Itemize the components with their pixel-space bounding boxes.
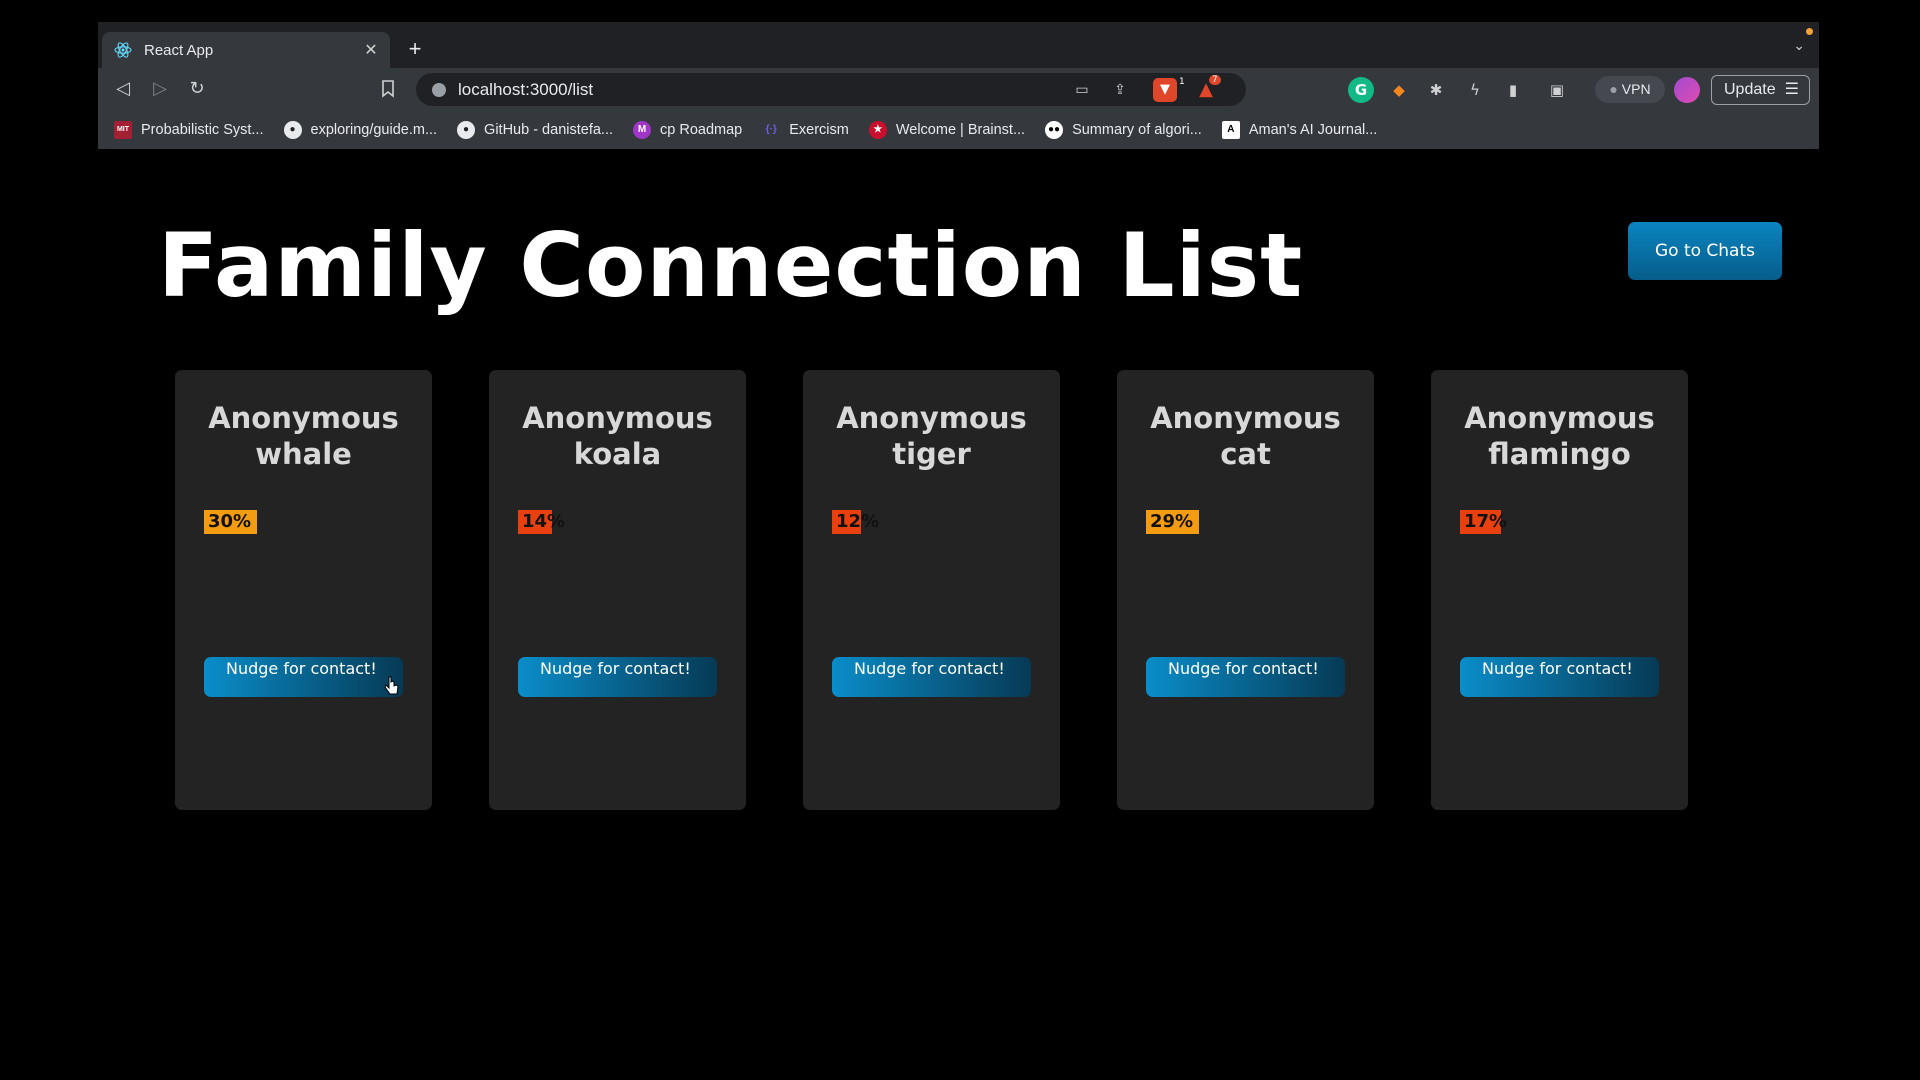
forward-icon[interactable]: ▷ <box>147 76 173 102</box>
toolbar: ◁ ▷ ↻ localhost:3000/list ▭ ⇪ ▼ 1 ▲ 7 G … <box>98 68 1819 110</box>
react-icon <box>114 41 132 59</box>
bookmark-item[interactable]: Mcp Roadmap <box>633 120 743 139</box>
close-icon[interactable]: ✕ <box>362 41 380 59</box>
url-text: localhost:3000/list <box>458 80 594 99</box>
connection-card: Anonymous koala 14% Nudge for contact! <box>489 370 746 810</box>
bookmark-label: cp Roadmap <box>660 121 743 138</box>
percent-label: 30% <box>208 511 252 532</box>
new-tab-button[interactable]: + <box>402 36 428 62</box>
nudge-button[interactable]: Nudge for contact! <box>1146 657 1345 697</box>
tab-title: React App <box>144 41 214 59</box>
grammarly-icon[interactable]: G <box>1348 77 1374 103</box>
card-name: Anonymous tiger <box>836 401 1027 471</box>
vpn-button[interactable]: ● VPN <box>1595 76 1665 103</box>
github-icon: ● <box>283 120 302 139</box>
medium-icon: ●● <box>1045 120 1064 139</box>
vpn-label: VPN <box>1621 81 1651 97</box>
github-icon: ● <box>457 120 476 139</box>
site-info-icon[interactable] <box>432 83 446 97</box>
bookmark-label: GitHub - danistefa... <box>484 121 613 138</box>
nudge-button[interactable]: Nudge for contact! <box>832 657 1031 697</box>
bookmark-icon[interactable] <box>375 76 401 102</box>
page-content: Family Connection List Go to Chats Anony… <box>98 149 1819 1080</box>
browser-window: React App ✕ + ⌄ ◁ ▷ ↻ localhost:3000/lis… <box>98 22 1819 149</box>
connection-card: Anonymous flamingo 17% Nudge for contact! <box>1431 370 1688 810</box>
a-icon: A <box>1221 120 1240 139</box>
bookmark-label: Welcome | Brainst... <box>895 121 1026 138</box>
nudge-button[interactable]: Nudge for contact! <box>518 657 717 697</box>
percent-indicator: 30% <box>204 510 257 534</box>
extensions-icon[interactable]: ✱ <box>1423 77 1449 103</box>
notification-dot <box>1806 28 1813 35</box>
mouse-cursor-icon <box>384 676 399 695</box>
page-title: Family Connection List <box>158 214 1304 317</box>
nudge-button[interactable]: Nudge for contact! <box>1460 657 1659 697</box>
profile-avatar[interactable] <box>1674 77 1700 103</box>
card-name: Anonymous flamingo <box>1464 401 1655 471</box>
cast-icon[interactable]: ▭ <box>1071 79 1093 101</box>
connection-card: Anonymous tiger 12% Nudge for contact! <box>803 370 1060 810</box>
tab-strip: React App ✕ + ⌄ <box>98 22 1819 68</box>
back-icon[interactable]: ◁ <box>110 76 136 102</box>
bookmark-item[interactable]: MIT Probabilistic Syst... <box>114 120 264 139</box>
percent-indicator: 14% <box>518 510 565 534</box>
exercism-icon: {·} <box>765 124 777 135</box>
tab-react-app[interactable]: React App ✕ <box>102 32 390 68</box>
mit-ocw-icon: MIT <box>114 120 132 139</box>
chevron-down-icon[interactable]: ⌄ <box>1793 38 1805 54</box>
brave-badge: 1 <box>1179 77 1185 87</box>
bookmark-item[interactable]: ● exploring/guide.m... <box>283 120 438 139</box>
share-icon[interactable]: ⇪ <box>1109 79 1131 101</box>
rewards-badge: 7 <box>1209 75 1221 85</box>
star-icon: ★ <box>868 120 887 139</box>
bookmark-item[interactable]: A Aman's AI Journal... <box>1221 120 1378 139</box>
connection-cards: Anonymous whale 30% Nudge for contact! An… <box>175 370 1688 810</box>
percent-indicator: 17% <box>1460 510 1507 534</box>
bookmarks-bar: MIT Probabilistic Syst... ● exploring/guid… <box>98 110 1819 149</box>
percent-label: 29% <box>1150 511 1194 532</box>
percent-indicator: 29% <box>1146 510 1199 534</box>
bookmark-label: Probabilistic Syst... <box>141 121 264 138</box>
card-name: Anonymous whale <box>208 401 399 471</box>
m-icon: M <box>633 120 651 139</box>
card-name: Anonymous cat <box>1150 401 1341 471</box>
percent-indicator: 12% <box>832 510 879 534</box>
update-button[interactable]: Update ☰ <box>1711 75 1810 105</box>
percent-label: 12% <box>836 511 880 532</box>
lightning-icon[interactable]: ϟ <box>1462 77 1488 103</box>
connection-card: Anonymous whale 30% Nudge for contact! <box>175 370 432 810</box>
bookmark-item[interactable]: ●● Summary of algori... <box>1045 120 1202 139</box>
card-name: Anonymous koala <box>522 401 713 471</box>
update-label: Update <box>1724 81 1776 98</box>
bookmark-label: Exercism <box>789 121 849 138</box>
connection-card: Anonymous cat 29% Nudge for contact! <box>1117 370 1374 810</box>
menu-icon: ☰ <box>1784 81 1799 98</box>
go-to-chats-button[interactable]: Go to Chats <box>1628 222 1782 280</box>
wallet-icon[interactable]: ▣ <box>1544 77 1570 103</box>
bookmark-label: Summary of algori... <box>1072 121 1202 138</box>
nudge-button[interactable]: Nudge for contact! <box>204 657 403 697</box>
sidebar-icon[interactable]: ▮ <box>1500 77 1526 103</box>
bookmark-item[interactable]: {·} Exercism <box>762 121 849 139</box>
brave-shield-icon[interactable]: ▼ <box>1153 78 1177 102</box>
percent-label: 17% <box>1464 511 1508 532</box>
bookmark-label: exploring/guide.m... <box>310 121 438 138</box>
percent-label: 14% <box>522 511 566 532</box>
bookmark-item[interactable]: ★ Welcome | Brainst... <box>868 120 1026 139</box>
address-bar[interactable]: localhost:3000/list ▭ ⇪ ▼ 1 ▲ 7 <box>416 73 1246 106</box>
metamask-icon[interactable]: ◆ <box>1386 77 1412 103</box>
bookmark-label: Aman's AI Journal... <box>1248 121 1378 138</box>
reload-icon[interactable]: ↻ <box>184 76 210 102</box>
bookmark-item[interactable]: ● GitHub - danistefa... <box>457 120 613 139</box>
